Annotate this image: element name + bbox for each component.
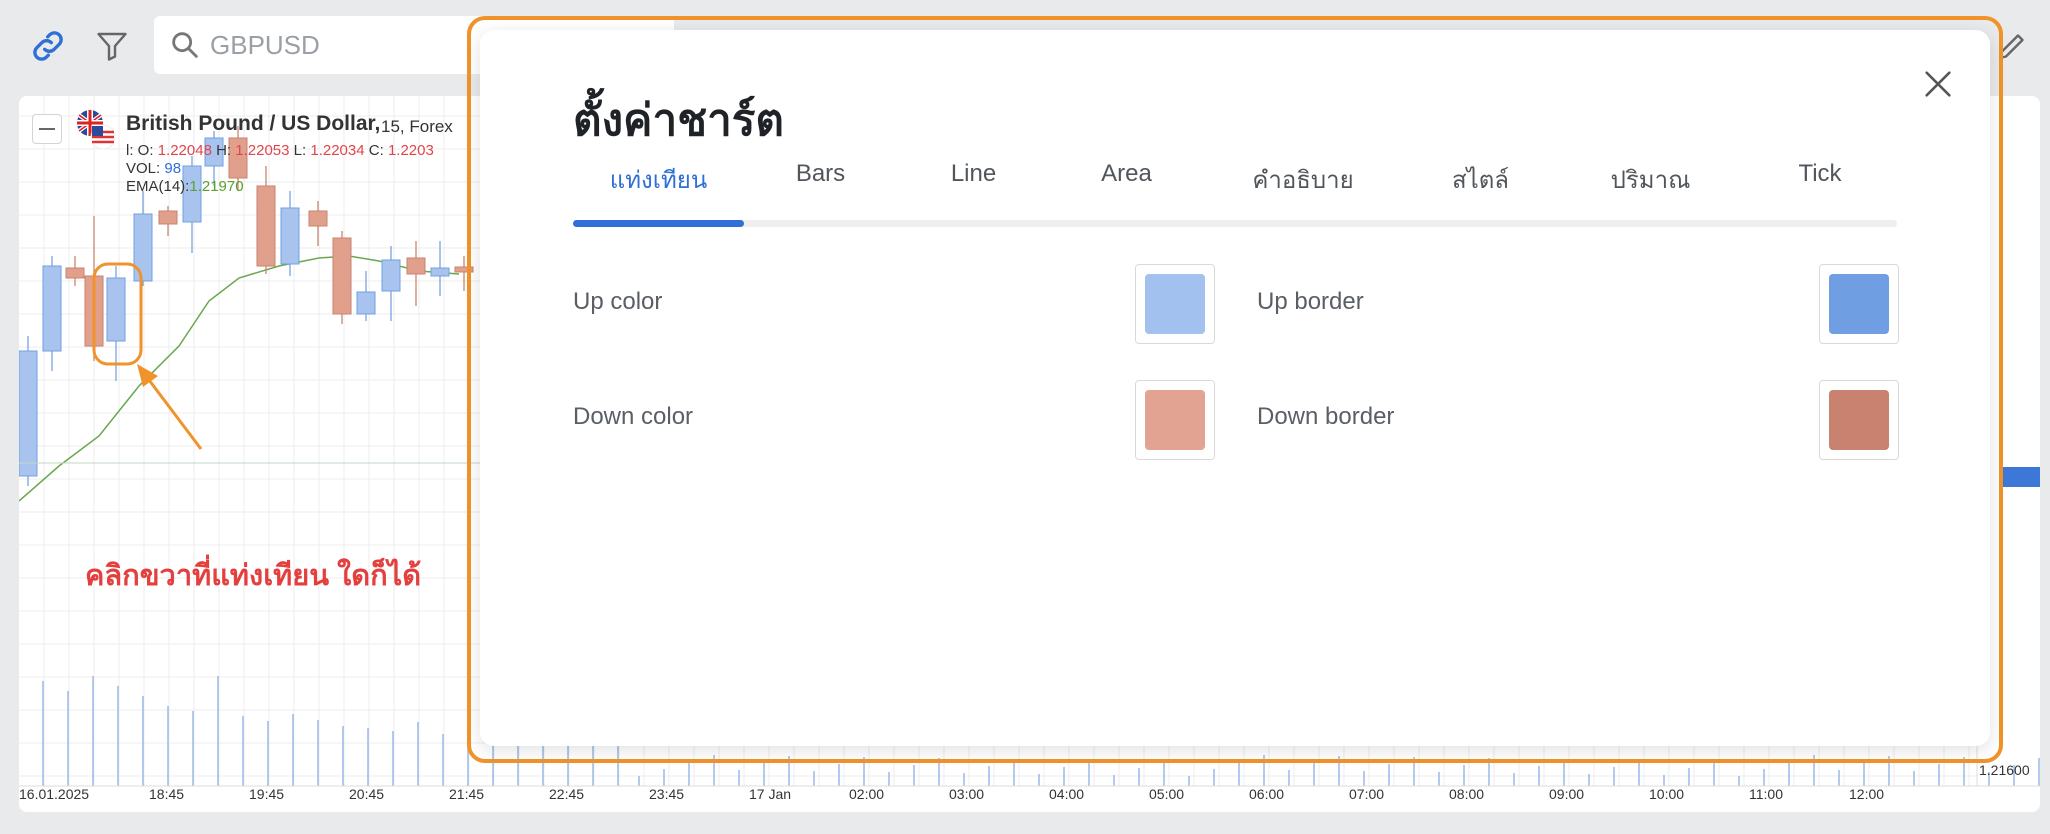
candle bbox=[106, 277, 126, 342]
tab-legend[interactable]: คำอธิบาย bbox=[1203, 160, 1403, 200]
time-axis-label: 10:00 bbox=[1649, 786, 1685, 802]
settings-tabs: แท่งเทียน Bars Line Area คำอธิบาย สไตล์ … bbox=[573, 160, 1897, 210]
tab-candlestick[interactable]: แท่งเทียน bbox=[573, 160, 744, 200]
time-axis-label: 20:45 bbox=[349, 786, 385, 802]
candle bbox=[406, 257, 426, 275]
search-input[interactable]: GBPUSD bbox=[210, 30, 320, 61]
symbol-title: British Pound / US Dollar, bbox=[126, 112, 381, 135]
down-color-swatch[interactable] bbox=[1135, 380, 1215, 460]
time-axis-label: 02:00 bbox=[849, 786, 885, 802]
gbp-usd-flag-icon bbox=[74, 108, 118, 152]
candle bbox=[280, 207, 300, 265]
volume-value: 98 bbox=[164, 160, 182, 177]
candle bbox=[133, 213, 153, 282]
ema-label: EMA(14): bbox=[126, 178, 190, 195]
current-price-marker bbox=[2002, 467, 2040, 487]
search-icon bbox=[172, 32, 198, 58]
time-axis-label: 23:45 bbox=[649, 786, 685, 802]
time-axis-label: 11:00 bbox=[1749, 786, 1783, 802]
time-axis-label: 05:00 bbox=[1149, 786, 1185, 802]
down-border-swatch[interactable] bbox=[1819, 380, 1899, 460]
down-border-fill bbox=[1829, 390, 1889, 450]
time-axis-label: 22:45 bbox=[549, 786, 585, 802]
tab-area[interactable]: Area bbox=[1050, 160, 1203, 200]
up-border-fill bbox=[1829, 274, 1889, 334]
tab-bars[interactable]: Bars bbox=[744, 160, 897, 200]
candle bbox=[381, 259, 401, 292]
volume-readout: VOL: 98 bbox=[126, 160, 181, 177]
ema-readout: EMA(14):1.21970 bbox=[126, 178, 244, 195]
time-axis-label: 07:00 bbox=[1349, 786, 1385, 802]
up-color-fill bbox=[1145, 274, 1205, 334]
time-axis-label: 09:00 bbox=[1549, 786, 1585, 802]
time-axis-label: 08:00 bbox=[1449, 786, 1485, 802]
down-border-label: Down border bbox=[1257, 403, 1395, 430]
candle bbox=[158, 210, 178, 225]
time-axis-label: 12:00 bbox=[1849, 786, 1885, 802]
ohlc-open: 1.22048 bbox=[157, 142, 212, 159]
price-axis-label: 1.21600 bbox=[1979, 762, 2030, 778]
filter-icon[interactable] bbox=[90, 24, 134, 68]
time-axis-label: 21:45 bbox=[449, 786, 485, 802]
time-axis-label: 17 Jan bbox=[749, 786, 792, 802]
time-axis-label: 16.01.2025 bbox=[19, 786, 90, 802]
volume-label: VOL: bbox=[126, 160, 161, 177]
tab-line[interactable]: Line bbox=[897, 160, 1050, 200]
ohlc-values: l: O: 1.22048 H: 1.22053 L: 1.22034 C: 1… bbox=[126, 142, 434, 159]
time-axis-label: 04:00 bbox=[1049, 786, 1085, 802]
chart-settings-dialog: ตั้งค่าชาร์ต แท่งเทียน Bars Line Area คำ… bbox=[480, 30, 1990, 746]
close-icon[interactable] bbox=[1916, 62, 1960, 106]
candle bbox=[19, 350, 38, 477]
candle bbox=[256, 185, 276, 267]
ohlc-close: 1.2203 bbox=[387, 142, 434, 159]
up-color-swatch[interactable] bbox=[1135, 264, 1215, 344]
ohlc-high-label: H: bbox=[216, 142, 232, 159]
candle bbox=[308, 210, 328, 227]
down-color-label: Down color bbox=[573, 403, 694, 430]
ohlc-close-label: C: bbox=[368, 142, 384, 159]
time-axis-label: 06:00 bbox=[1249, 786, 1285, 802]
candle bbox=[65, 267, 85, 279]
tab-volume[interactable]: ปริมาณ bbox=[1558, 160, 1743, 200]
time-axis-label: 19:45 bbox=[249, 786, 285, 802]
candle bbox=[332, 237, 352, 315]
up-color-label: Up color bbox=[573, 288, 663, 315]
active-tab-indicator bbox=[573, 220, 744, 227]
down-color-fill bbox=[1145, 390, 1205, 450]
candle bbox=[356, 291, 376, 315]
ohlc-low: 1.22034 bbox=[310, 142, 365, 159]
legend-collapse-button[interactable] bbox=[32, 114, 62, 144]
dialog-title: ตั้งค่าชาร์ต bbox=[573, 96, 784, 145]
candle bbox=[430, 267, 450, 277]
ohlc-high: 1.22053 bbox=[235, 142, 290, 159]
time-axis-label: 03:00 bbox=[949, 786, 985, 802]
symbol-interval: 15, Forex bbox=[381, 117, 453, 136]
ohlc-open-label: l: O: bbox=[126, 142, 154, 159]
tab-tick[interactable]: Tick bbox=[1743, 160, 1897, 200]
up-border-swatch[interactable] bbox=[1819, 264, 1899, 344]
tab-style[interactable]: สไตล์ bbox=[1403, 160, 1558, 200]
annotation-text: คลิกขวาที่แท่งเทียน ใดก็ได้ bbox=[85, 560, 422, 592]
ema-value: 1.21970 bbox=[189, 178, 244, 195]
candle bbox=[42, 265, 62, 352]
time-axis-label: 18:45 bbox=[149, 786, 185, 802]
link-icon[interactable] bbox=[26, 24, 70, 68]
tab-track bbox=[573, 220, 1897, 227]
up-border-label: Up border bbox=[1257, 288, 1364, 315]
ohlc-low-label: L: bbox=[293, 142, 307, 159]
